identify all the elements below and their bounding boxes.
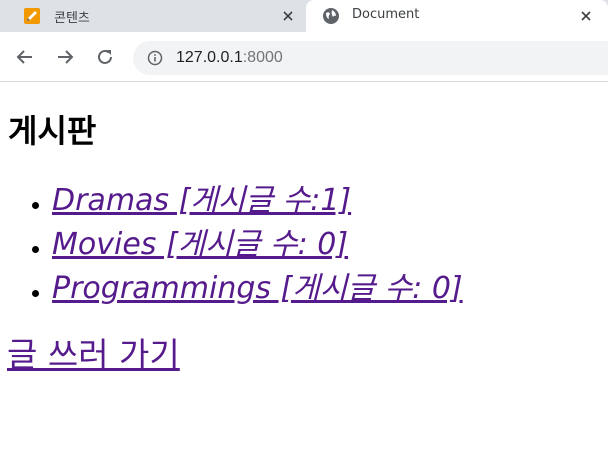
address-bar[interactable]: 127.0.0.1:8000 [133,41,608,75]
url-text: 127.0.0.1:8000 [176,49,283,67]
url-port: :8000 [242,49,283,66]
write-post-link[interactable]: 글 쓰러 가기 [7,333,180,377]
back-arrow-icon[interactable] [15,47,35,67]
tab-title: 콘텐츠 [54,11,90,26]
page-title: 게시판 [8,112,97,150]
bullet [32,290,39,297]
board-link-programmings[interactable]: Programmings [게시글 수: 0] [52,269,463,309]
tab-strip: 콘텐츠 Document [0,0,608,32]
globe-icon [322,7,340,25]
tab-document[interactable]: Document [306,0,608,32]
url-host: 127.0.0.1 [176,49,243,66]
board-link-dramas[interactable]: Dramas [게시글 수:1] [52,181,351,221]
close-icon[interactable] [577,7,595,25]
browser-toolbar: 127.0.0.1:8000 [0,32,608,82]
close-icon[interactable] [279,7,297,25]
reload-icon[interactable] [95,47,115,67]
info-icon[interactable] [147,50,163,66]
tab-contents[interactable]: 콘텐츠 [0,0,306,32]
tab-title: Document [352,7,420,22]
forward-arrow-icon[interactable] [55,47,75,67]
page-content: 게시판 Dramas [게시글 수:1] Movies [게시글 수: 0] P… [0,83,608,469]
bullet [32,246,39,253]
board-link-movies[interactable]: Movies [게시글 수: 0] [52,225,348,265]
pencil-icon [23,7,41,25]
bullet [32,202,39,209]
